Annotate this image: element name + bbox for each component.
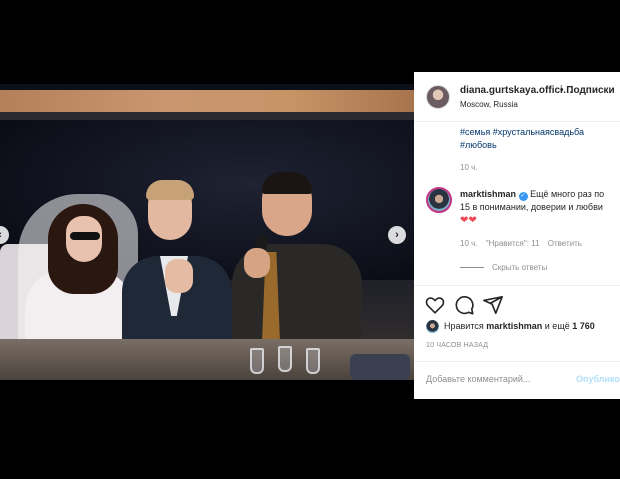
hide-replies-button[interactable]: Скрыть ответы: [460, 263, 547, 272]
heart-icon[interactable]: [424, 294, 446, 316]
ceiling: [0, 90, 414, 112]
likes-summary: Нравится marktishman и ещё 1 760: [426, 320, 595, 333]
likes-count[interactable]: 1 760: [572, 321, 595, 331]
comment-icon[interactable]: [453, 294, 475, 316]
share-icon[interactable]: [482, 294, 504, 316]
next-slide-button[interactable]: ›: [388, 226, 406, 244]
post-header: diana.gurtskaya.offici… • Подписки Mosco…: [414, 72, 620, 122]
comment-form: Добавьте комментарий... Опубликовать: [414, 361, 620, 399]
commenter-avatar[interactable]: [426, 187, 452, 213]
liker-username[interactable]: marktishman: [486, 321, 542, 331]
comment-input[interactable]: Добавьте комментарий...: [426, 374, 530, 384]
caption-time: 10 ч.: [460, 163, 478, 172]
caption-hashtags[interactable]: #семья #хрустальнаясвадьба #любовь: [460, 126, 610, 152]
heart-emoji: ❤❤: [460, 215, 477, 226]
follow-button[interactable]: • Подписки: [560, 85, 615, 96]
wine-glasses: [240, 346, 330, 376]
commenter-username[interactable]: marktishman: [460, 189, 516, 199]
avatar[interactable]: [426, 85, 450, 109]
comment-likes[interactable]: "Нравится": 11: [486, 239, 540, 248]
reply-button[interactable]: Ответить: [548, 239, 582, 248]
location-link[interactable]: Moscow, Russia: [460, 100, 518, 109]
author-username[interactable]: diana.gurtskaya.offici…: [460, 85, 573, 96]
comment-meta: 10 ч. "Нравится": 11 Ответить: [460, 239, 588, 248]
post-photo[interactable]: [0, 84, 414, 380]
publish-button[interactable]: Опубликовать: [576, 374, 620, 384]
action-bar: [414, 285, 620, 325]
comment-time: 10 ч.: [460, 239, 478, 248]
liker-avatar: [426, 320, 439, 333]
comment-text: marktishman ✓ Ещё много раз по 15 в пони…: [460, 189, 605, 226]
post-timestamp[interactable]: 10 ЧАСОВ НАЗАД: [426, 342, 488, 349]
post-side-panel: diana.gurtskaya.offici… • Подписки Mosco…: [414, 72, 620, 399]
chevron-right-icon: ›: [395, 229, 399, 241]
verified-icon: ✓: [518, 192, 528, 201]
